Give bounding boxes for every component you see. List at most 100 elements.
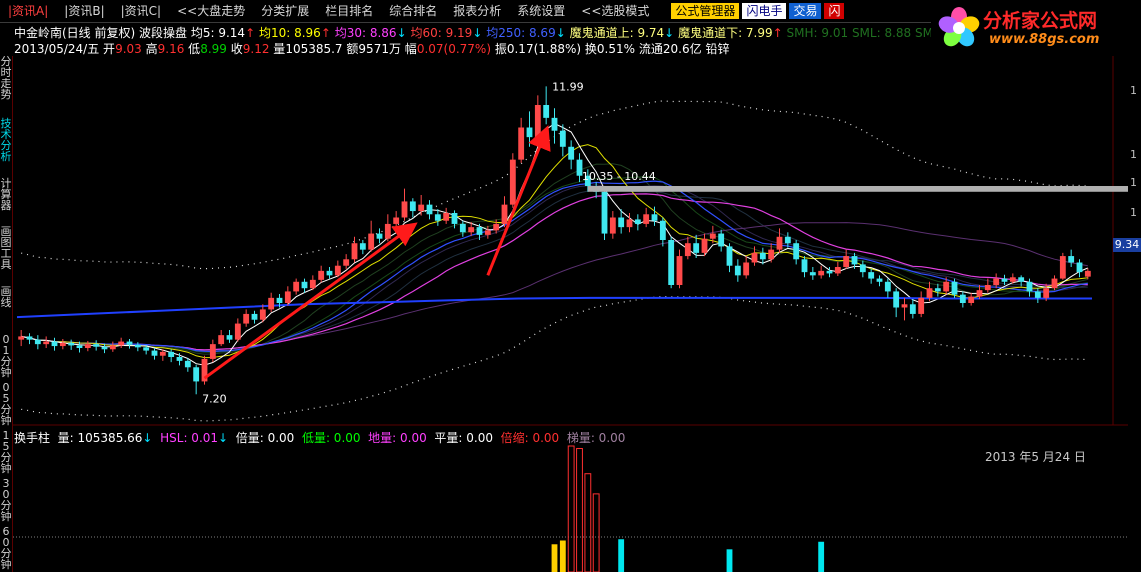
candle-body [326,270,333,276]
ohlc-line: 2013/05/24/五 开9.03 高9.16 低8.99 收9.12 量10… [14,40,729,56]
menu-settings[interactable]: 系统设置 [509,0,573,22]
volume-chart[interactable] [13,444,1128,572]
volume-value: 量: 105385.66 [57,431,143,445]
candle-body [184,360,191,368]
menu-stock-select[interactable]: <<选股模式 [573,0,657,22]
sidebar-tab-draw-line[interactable]: 画线 [0,286,12,308]
candle-body [176,357,183,361]
candle-body [934,288,941,292]
candlestick-chart[interactable]: 11.99 7.20 10.35 - 10.44 [13,56,1128,426]
candle-body [918,297,925,314]
candle-body [193,367,200,382]
menu-column-rank[interactable]: 栏目排名 [317,0,381,22]
candle-body [518,127,525,160]
candle-body [118,341,125,346]
indicator-line: 中金岭南(日线 前复权) 波段操盘 均5: 9.14↑ 均10: 8.96↑ 均… [14,24,956,40]
candle-body [868,272,875,279]
candle-body [818,270,825,276]
candle-body [143,347,150,351]
candle-body [1059,256,1066,279]
sidebar-tab-15min[interactable]: 15分钟 [0,430,12,474]
devil-lower-value: 魔鬼通道下: 7.99 [678,26,773,40]
candle-body [1068,256,1075,263]
menu-info-b[interactable]: |资讯B| [56,0,112,22]
candle-body [493,223,500,231]
sidebar-tab-intraday[interactable]: 分时走势 [0,56,12,100]
volume-bar [592,493,600,572]
sidebar-tab-5min[interactable]: 05分钟 [0,382,12,426]
trade-button[interactable]: 交易 [789,3,822,19]
candle-body [684,243,691,257]
flower-logo-icon [938,7,980,47]
ma250-line [16,296,1092,319]
candle-body [243,313,250,324]
candle-body [459,223,466,233]
candle-body [284,291,291,303]
flash-button[interactable]: 闪 [824,3,845,19]
candle-body [1084,270,1091,277]
candle-body [393,217,400,224]
flash-hand-button[interactable]: 闪电手 [742,3,787,19]
candle-body [959,294,966,303]
sidebar-tab-60min[interactable]: 60分钟 [0,526,12,570]
ma250-arrow: ↓ [555,26,566,40]
candle-body [293,281,300,292]
sidebar-tab-30min[interactable]: 30分钟 [0,478,12,522]
sidebar-tab-technical[interactable]: 技术分析 [0,118,12,162]
menu-market-trend[interactable]: <<大盘走势 [169,0,253,22]
candle-body [168,351,175,357]
candle-body [843,256,850,267]
ma5-arrow: ↑ [245,26,256,40]
menu-report[interactable]: 报表分析 [445,0,509,22]
candle-body [709,233,716,239]
candle-body [534,105,541,138]
change-value: 0.07(0.77%) [416,42,492,56]
volume-bar [726,549,733,572]
candle-body [309,279,316,289]
price-annotation: 10.35 - 10.44 [582,170,656,183]
sidebar-tab-drawing-tools[interactable]: 画图工具 [0,226,12,270]
ma60-arrow: ↓ [472,26,483,40]
menu-category[interactable]: 分类扩展 [253,0,317,22]
candle-body [301,281,308,289]
close-value: 9.12 [242,42,270,56]
float-value: 20.6亿 [662,42,702,56]
candle-body [426,204,433,215]
candle-body [351,243,358,260]
volume-bar [551,544,558,572]
low-volume: 低量: 0.00 [301,431,361,445]
candle-body [551,117,558,131]
smh-value: SMH: 9.01 [786,26,849,40]
turnover-value: 0.51% [596,42,636,56]
candle-body [343,259,350,266]
formula-manager-button[interactable]: 公式管理器 [671,3,740,19]
candle-body [618,217,625,228]
candle-body [376,233,383,239]
candle-body [659,220,666,240]
right-axis-tick: 1 [1130,176,1137,189]
menu-info-a[interactable]: |资讯A| [0,0,56,22]
logo-brand-text: 分析家公式网 [983,10,1098,32]
candle-body [776,236,783,250]
candle-body [834,267,841,274]
ladder-volume: 梯量: 0.00 [566,431,626,445]
ma30-value: 均30: 8.86 [334,26,397,40]
candle-body [259,309,266,320]
menu-overall-rank[interactable]: 综合排名 [381,0,445,22]
volume-bar [618,539,625,572]
sidebar-tab-1min[interactable]: 01分钟 [0,334,12,378]
candle-body [59,342,66,347]
resistance-band [587,186,1128,192]
ma60-value: 均60: 9.19 [410,26,473,40]
candle-body [1001,278,1008,282]
volume-arrow: ↓ [142,431,153,445]
candle-body [1043,288,1050,298]
candle-body [509,159,516,205]
high-label: 高 [145,42,158,56]
ma30-line [21,193,1088,351]
sidebar-tab-calculator[interactable]: 计算器 [0,178,12,211]
candle-body [626,219,633,228]
candle-body [101,346,108,350]
menu-info-c[interactable]: |资讯C| [113,0,169,22]
candle-body [451,213,458,224]
